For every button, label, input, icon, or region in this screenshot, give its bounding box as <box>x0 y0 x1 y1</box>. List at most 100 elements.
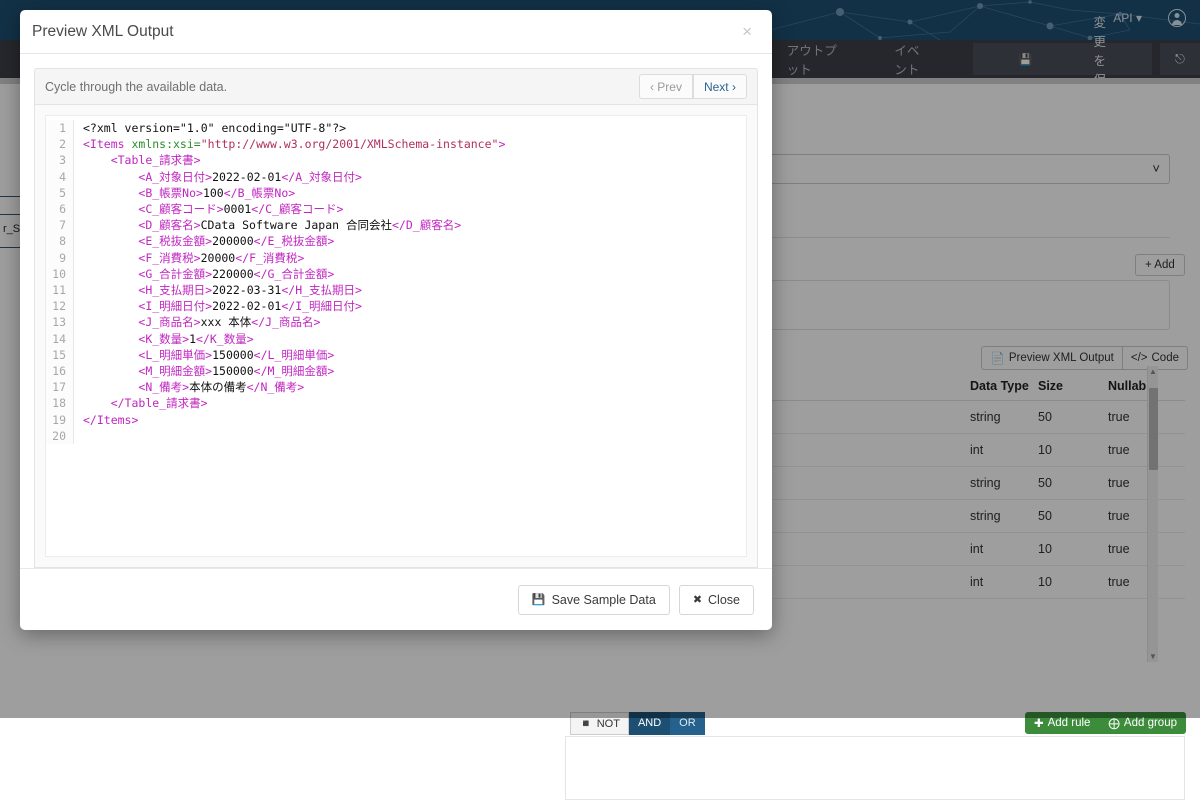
code-line-text: <D_顧客名>CData Software Japan 合同会社</D_顧客名> <box>74 217 461 233</box>
prev-button[interactable]: ‹ Prev <box>639 74 693 99</box>
code-line: 13 <J_商品名>xxx 本体</J_商品名> <box>46 314 746 330</box>
code-token-tag: > <box>498 137 505 151</box>
chevron-right-icon: › <box>732 80 736 94</box>
code-viewer[interactable]: 1<?xml version="1.0" encoding="UTF-8"?>2… <box>45 115 747 557</box>
code-line-text: <C_顧客コード>0001</C_顧客コード> <box>74 201 343 217</box>
code-line: 8 <E_税抜金額>200000</E_税抜金額> <box>46 233 746 249</box>
code-token-tag: <K_数量> <box>138 332 189 346</box>
line-number: 11 <box>46 282 74 298</box>
code-token-tag: </N_備考> <box>247 380 305 394</box>
dialog-title: Preview XML Output <box>32 23 174 41</box>
line-number: 13 <box>46 314 74 330</box>
code-token-txt: 1 <box>189 332 196 346</box>
code-line: 11 <H_支払期日>2022-03-31</H_支払期日> <box>46 282 746 298</box>
dialog-header: Preview XML Output × <box>20 10 772 54</box>
code-line: 10 <G_合計金額>220000</G_合計金額> <box>46 266 746 282</box>
code-line-text: <Table_請求書> <box>74 152 201 168</box>
code-line-text: <E_税抜金額>200000</E_税抜金額> <box>74 233 334 249</box>
code-token-tag: </A_対象日付> <box>281 170 362 184</box>
line-number: 18 <box>46 395 74 411</box>
code-line-text: <M_明細金額>150000</M_明細金額> <box>74 363 334 379</box>
plus-icon: ✚ <box>1034 716 1044 730</box>
code-token-tag: </I_明細日付> <box>281 299 362 313</box>
code-line: 2<Items xmlns:xsi="http://www.w3.org/200… <box>46 136 746 152</box>
code-lines: 1<?xml version="1.0" encoding="UTF-8"?>2… <box>46 116 746 444</box>
add-rule-label: Add rule <box>1048 717 1091 729</box>
code-line-text <box>74 428 90 444</box>
code-viewer-outer: 1<?xml version="1.0" encoding="UTF-8"?>2… <box>34 104 758 568</box>
code-token-tag: <C_顧客コード> <box>138 202 223 216</box>
code-token-tag: <N_備考> <box>138 380 189 394</box>
code-line-text: <K_数量>1</K_数量> <box>74 331 254 347</box>
code-line-text: <J_商品名>xxx 本体</J_商品名> <box>74 314 320 330</box>
line-number: 7 <box>46 217 74 233</box>
code-token-txt: 本体の備考 <box>189 380 247 394</box>
code-token-tag: <L_明細単価> <box>138 348 212 362</box>
code-token-tag: </J_商品名> <box>251 315 320 329</box>
code-token-tag: </M_明細金額> <box>254 364 335 378</box>
not-label: NOT <box>597 718 620 730</box>
next-button[interactable]: Next › <box>693 74 747 99</box>
close-icon[interactable]: × <box>736 22 758 41</box>
code-line: 15 <L_明細単価>150000</L_明細単価> <box>46 347 746 363</box>
rule-container <box>565 736 1185 800</box>
close-dialog-button[interactable]: ✖ Close <box>679 585 754 615</box>
code-token-tag: <A_対象日付> <box>138 170 212 184</box>
code-line: 16 <M_明細金額>150000</M_明細金額> <box>46 363 746 379</box>
code-token-tag: <E_税抜金額> <box>138 234 212 248</box>
line-number: 16 <box>46 363 74 379</box>
code-line: 7 <D_顧客名>CData Software Japan 合同会社</D_顧客… <box>46 217 746 233</box>
code-token-str: "http://www.w3.org/2001/XMLSchema-instan… <box>201 137 499 151</box>
line-number: 12 <box>46 298 74 314</box>
code-token-tag: </Table_請求書> <box>111 396 208 410</box>
save-sample-data-button[interactable]: 💾 Save Sample Data <box>518 585 670 615</box>
code-line-text: </Items> <box>74 412 138 428</box>
floppy-disk-icon: 💾 <box>532 593 546 606</box>
code-token-tag: <J_商品名> <box>138 315 200 329</box>
code-token-tag: <D_顧客名> <box>138 218 200 232</box>
code-token-tag: </K_数量> <box>196 332 254 346</box>
line-number: 6 <box>46 201 74 217</box>
code-line-text: <L_明細単価>150000</L_明細単価> <box>74 347 334 363</box>
code-token-txt: 100 <box>203 186 224 200</box>
chevron-left-icon: ‹ <box>650 80 654 94</box>
code-token-txt: 20000 <box>201 251 236 265</box>
code-token-txt: 220000 <box>212 267 254 281</box>
code-line-text: <I_明細日付>2022-02-01</I_明細日付> <box>74 298 362 314</box>
line-number: 19 <box>46 412 74 428</box>
line-number: 1 <box>46 120 74 136</box>
code-line: 4 <A_対象日付>2022-02-01</A_対象日付> <box>46 169 746 185</box>
line-number: 5 <box>46 185 74 201</box>
code-token-tag: <I_明細日付> <box>138 299 212 313</box>
code-line: 5 <B_帳票No>100</B_帳票No> <box>46 185 746 201</box>
code-token-tag: </F_消費税> <box>235 251 304 265</box>
cycle-description: Cycle through the available data. <box>45 80 227 94</box>
line-number: 3 <box>46 152 74 168</box>
code-line-text: <Items xmlns:xsi="http://www.w3.org/2001… <box>74 136 505 152</box>
close-dialog-label: Close <box>708 593 740 607</box>
next-label: Next <box>704 80 729 94</box>
plus-circle-icon: ⨁ <box>1108 716 1120 730</box>
code-line: 14 <K_数量>1</K_数量> <box>46 331 746 347</box>
line-number: 8 <box>46 233 74 249</box>
code-token-txt: 200000 <box>212 234 254 248</box>
code-line-text: </Table_請求書> <box>74 395 208 411</box>
code-line-text: <B_帳票No>100</B_帳票No> <box>74 185 295 201</box>
code-line-text: <N_備考>本体の備考</N_備考> <box>74 379 304 395</box>
dialog-footer: 💾 Save Sample Data ✖ Close <box>20 568 772 630</box>
code-token-txt: CData Software Japan 合同会社 <box>201 218 392 232</box>
code-line: 18 </Table_請求書> <box>46 395 746 411</box>
code-token-attr: xmlns:xsi= <box>131 137 200 151</box>
line-number: 20 <box>46 428 74 444</box>
code-token-tag: </G_合計金額> <box>254 267 335 281</box>
code-token-txt: 150000 <box>212 348 254 362</box>
code-token-tag: <Items <box>83 137 131 151</box>
code-token-tag: </B_帳票No> <box>224 186 295 200</box>
code-token-txt: 2022-02-01 <box>212 170 281 184</box>
code-token-txt: 150000 <box>212 364 254 378</box>
line-number: 4 <box>46 169 74 185</box>
line-number: 9 <box>46 250 74 266</box>
code-token-tag: <G_合計金額> <box>138 267 212 281</box>
code-line: 9 <F_消費税>20000</F_消費税> <box>46 250 746 266</box>
code-token-tag: </C_顧客コード> <box>251 202 343 216</box>
